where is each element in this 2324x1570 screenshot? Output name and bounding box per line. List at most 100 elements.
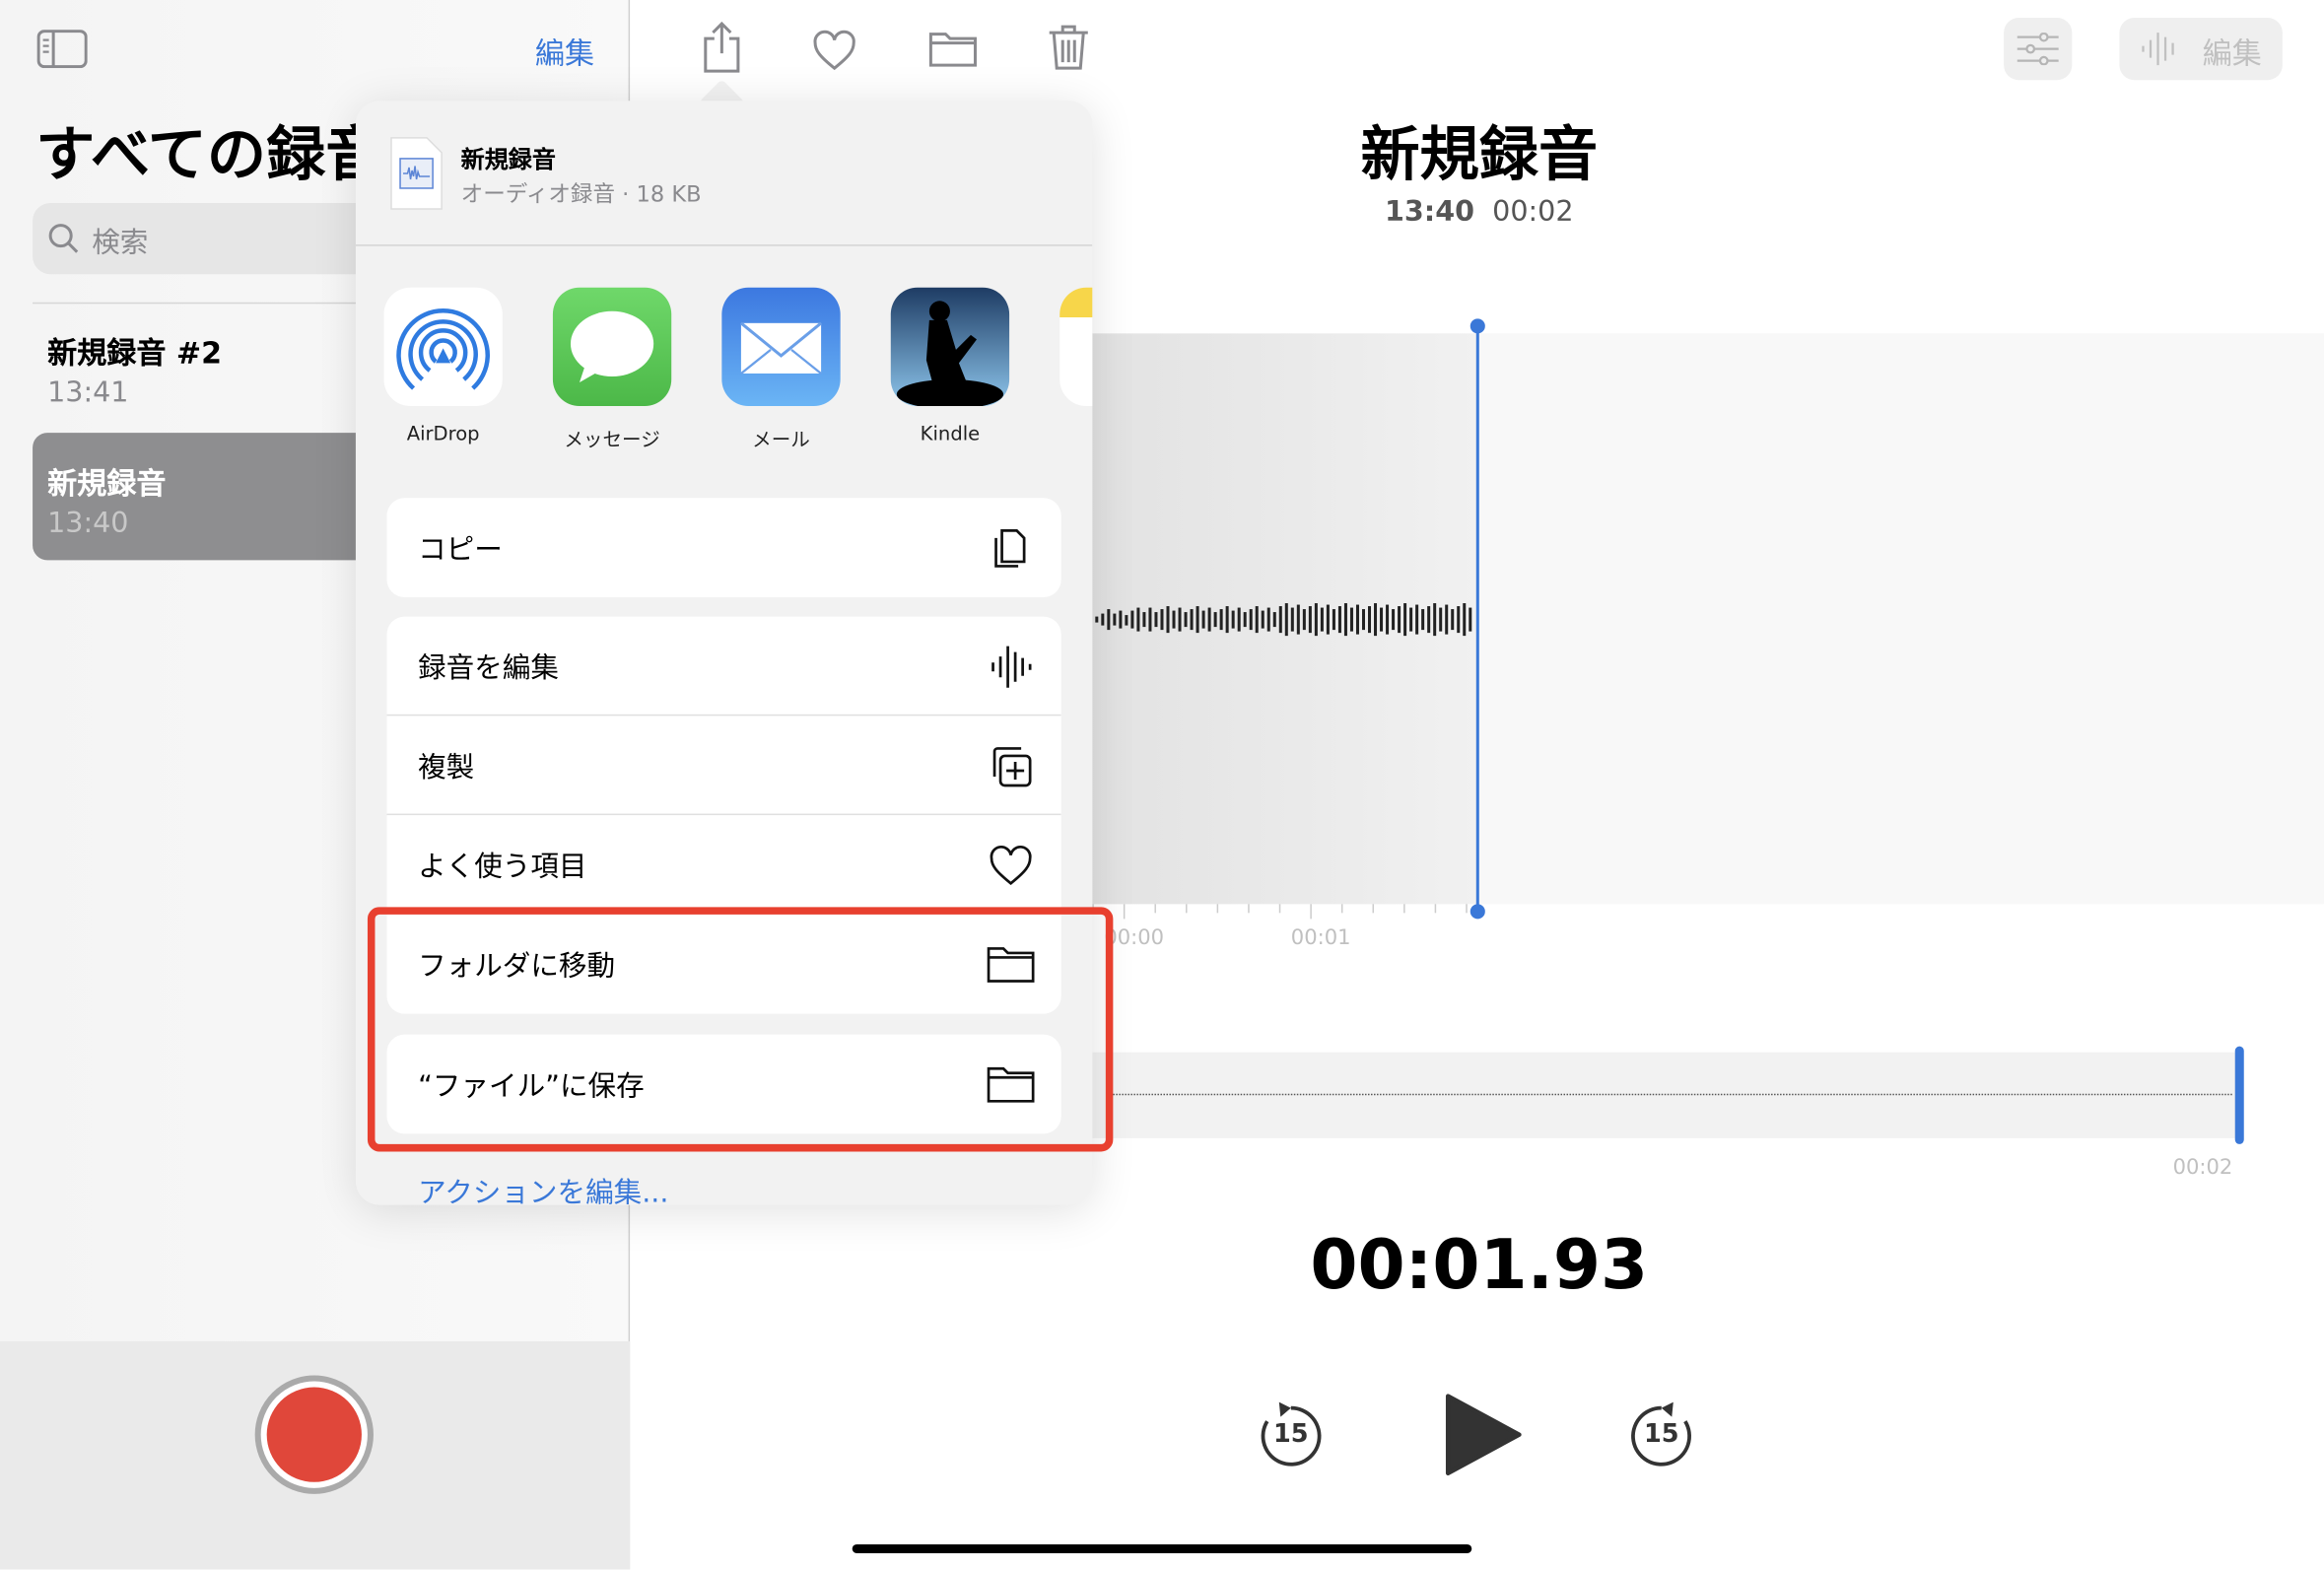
- waveform-bar: [1326, 604, 1330, 635]
- file-subtitle: オーディオ録音 · 18 KB: [460, 180, 702, 208]
- current-time: 00:01.93: [1310, 1224, 1649, 1305]
- action-label: よく使う項目: [418, 850, 587, 883]
- waveform-bar: [1398, 606, 1401, 634]
- timeline-tick: [1340, 904, 1343, 914]
- edit-recording-label: 編集: [2202, 35, 2262, 72]
- skip-back-label: 15: [1272, 1419, 1309, 1450]
- edit-recording-button[interactable]: 編集: [2119, 18, 2283, 81]
- timeline-tick: [1216, 904, 1219, 914]
- waveform-bar: [1166, 606, 1169, 634]
- trash-icon[interactable]: [1048, 24, 1089, 71]
- overview-end-label: 00:02: [2172, 1155, 2233, 1181]
- folder-icon[interactable]: [927, 30, 978, 68]
- audio-file-icon: [390, 137, 443, 210]
- waveform-bar: [1337, 606, 1341, 634]
- waveform-bar: [1451, 609, 1454, 631]
- record-button[interactable]: [254, 1375, 374, 1494]
- timeline-tick: [1123, 904, 1126, 920]
- waveform-bar: [1266, 607, 1270, 632]
- skip-back-button[interactable]: 15: [1259, 1401, 1324, 1468]
- app-mail[interactable]: メール: [721, 287, 841, 452]
- copy-icon: [994, 529, 1026, 568]
- kindle-icon: [896, 301, 1004, 407]
- play-icon[interactable]: [1445, 1394, 1522, 1476]
- waveform-bar: [1386, 604, 1389, 635]
- overview-scrubber[interactable]: [1092, 1052, 2238, 1138]
- waveform-bar: [1261, 610, 1264, 629]
- timeline-tick: [1186, 904, 1188, 914]
- waveform-bar: [1439, 607, 1442, 632]
- overview-handle[interactable]: [2234, 1046, 2244, 1144]
- heart-icon[interactable]: [812, 30, 856, 71]
- waveform-bar: [1095, 616, 1098, 623]
- recording-time: 13:41: [47, 375, 129, 410]
- app-label: メッセージ: [564, 430, 660, 452]
- waveform-bar: [1237, 607, 1240, 632]
- timeline-tick: [1372, 904, 1375, 914]
- skip-forward-label: 15: [1643, 1419, 1679, 1450]
- waveform-bar: [1184, 612, 1187, 628]
- waveform-bar: [1113, 613, 1116, 626]
- timeline-tick: [1310, 904, 1312, 920]
- waveform-bar: [1320, 607, 1324, 632]
- app-airdrop[interactable]: AirDrop: [383, 287, 503, 446]
- waveform-bar: [1136, 607, 1139, 632]
- app-messages[interactable]: メッセージ: [552, 287, 672, 452]
- timeline-tick: [1248, 904, 1250, 914]
- search-icon: [48, 224, 79, 253]
- waveform-bar: [1290, 607, 1294, 632]
- sliders-icon: [2016, 33, 2059, 66]
- playhead-handle-top[interactable]: [1470, 318, 1485, 334]
- timeline-label: 00:01: [1290, 925, 1351, 950]
- waveform-bar: [1231, 610, 1234, 629]
- waveform-area[interactable]: [1092, 333, 2324, 905]
- action-duplicate[interactable]: 複製: [386, 716, 1061, 816]
- edit-button[interactable]: 編集: [535, 30, 594, 73]
- mail-icon: [739, 321, 823, 375]
- waveform-bar: [1213, 612, 1216, 628]
- waveform-bar: [1107, 609, 1110, 630]
- waveform-bar: [1196, 606, 1198, 634]
- waveform-bar: [1225, 606, 1228, 634]
- recording-time: 13:40: [1385, 195, 1474, 229]
- waveform-bar: [1368, 606, 1371, 634]
- waveform-icon: [2142, 33, 2174, 66]
- waveform-bar: [1148, 608, 1151, 632]
- waveform-bar: [1160, 609, 1163, 631]
- waveform-bar: [1190, 609, 1193, 631]
- app-label: メール: [752, 430, 810, 452]
- file-title: 新規録音: [460, 145, 556, 173]
- recording-title: 新規録音: [1360, 121, 1599, 190]
- waveform-bar: [1255, 606, 1258, 634]
- waveform-bar: [1463, 603, 1466, 637]
- playhead[interactable]: [1475, 325, 1479, 912]
- waveform-bar: [1343, 603, 1347, 637]
- waveform-bar: [1409, 607, 1412, 632]
- options-button[interactable]: [2004, 18, 2073, 81]
- waveform-bar: [1243, 612, 1246, 628]
- waveform-bar: [1427, 606, 1430, 634]
- record-area: [0, 1340, 631, 1570]
- sidebar-toggle-icon[interactable]: [36, 30, 88, 69]
- waveform-bar: [1178, 607, 1181, 632]
- timeline-tick: [1278, 904, 1281, 914]
- action-edit-recording[interactable]: 録音を編集: [386, 617, 1061, 717]
- action-copy[interactable]: コピー: [386, 498, 1060, 597]
- waveform-bar: [1308, 606, 1312, 634]
- app-notes[interactable]: [1059, 287, 1093, 407]
- waveform-bar: [1433, 603, 1436, 637]
- action-favorite[interactable]: よく使う項目: [386, 815, 1061, 915]
- app-kindle[interactable]: Kindle: [890, 287, 1010, 446]
- waveform-bar: [1125, 614, 1128, 625]
- waveform-bar: [1361, 609, 1365, 631]
- page-title: すべての録音: [35, 121, 385, 190]
- timeline-tick: [1434, 904, 1437, 914]
- waveform-bar: [1314, 603, 1318, 637]
- waveform-bar: [1130, 610, 1133, 629]
- timeline-tick: [1466, 904, 1468, 914]
- home-indicator: [852, 1543, 1472, 1553]
- edit-actions-link[interactable]: アクションを編集...: [418, 1171, 668, 1205]
- share-icon[interactable]: [700, 21, 744, 74]
- skip-forward-button[interactable]: 15: [1629, 1401, 1694, 1468]
- action-group: コピー: [386, 498, 1061, 598]
